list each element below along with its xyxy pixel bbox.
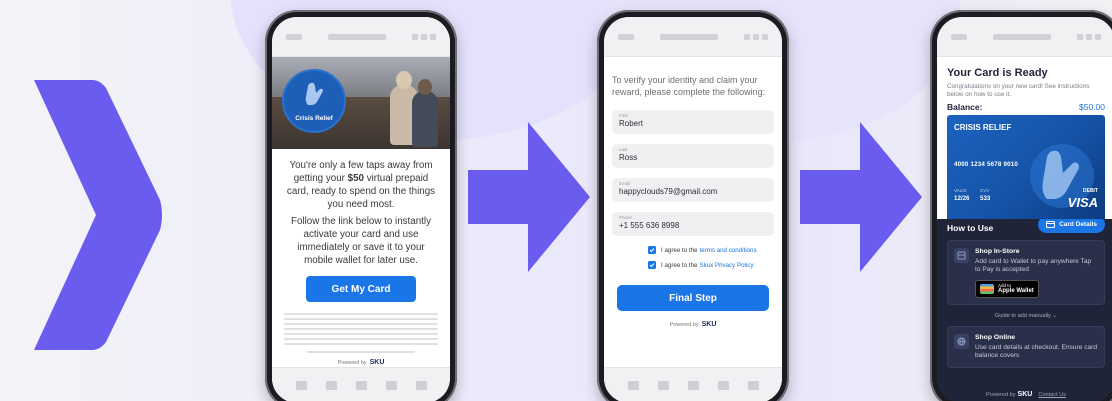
first-name-field[interactable]: First Robert [612,110,774,134]
terms-checkbox-row[interactable]: I agree to the terms and conditions [648,246,774,254]
checkbox-checked-icon[interactable] [648,246,656,254]
final-step-button[interactable]: Final Step [617,285,769,311]
chevron-down-icon: ⌄ [1052,312,1058,319]
phone-screen: Crisis Relief You're only a few taps awa… [272,17,450,401]
shop-in-store-panel: Shop In-Store Add card to Wallet to pay … [947,240,1105,305]
arrow-right-icon [468,122,590,272]
get-my-card-button[interactable]: Get My Card [306,276,416,302]
chevron-logo-icon [34,80,162,350]
wallet-icon [980,283,994,294]
globe-icon [954,333,969,349]
sku-logo: SKU [1017,391,1033,398]
card-title: CRISIS RELIEF [954,123,1012,132]
hero-image: Crisis Relief [272,57,450,149]
powered-by: Powered by SKU [337,359,385,366]
visa-logo: VISA [1067,195,1098,210]
fine-print [272,302,450,353]
card-expiry: 12/26 [954,195,970,202]
amount: $50 [347,173,364,184]
shop-online-panel: Shop Online Use card details at checkout… [947,325,1105,368]
card-number: 4000 1234 5678 9010 [954,161,1019,168]
terms-link[interactable]: terms and conditions [699,247,756,254]
card-icon [1046,220,1056,228]
phone-step-1: Crisis Relief You're only a few taps awa… [265,10,457,401]
phone-screen: To verify your identity and claim your r… [604,17,782,401]
store-icon [954,248,969,263]
sku-logo: SKU [701,321,717,328]
contact-us-link[interactable]: Contact Us [1038,392,1066,398]
phone-step-3: Your Card is Ready Congratulations on yo… [930,10,1112,401]
phone-screen: Your Card is Ready Congratulations on yo… [937,17,1112,401]
browser-bar [937,17,1112,57]
sku-logo: SKU [369,359,385,366]
card-cvv: 533 [980,195,991,202]
balance-amount: $50.00 [1079,102,1105,112]
browser-bottom-bar [604,367,782,401]
last-name-field[interactable]: Last Ross [612,144,774,168]
verify-instructions: To verify your identity and claim your r… [612,75,766,97]
browser-bar [604,17,782,57]
arrow-right-icon [800,122,922,272]
browser-bar [272,17,450,57]
privacy-link[interactable]: Skux Privacy Policy [699,262,753,269]
page-title: Your Card is Ready [947,67,1048,79]
intro-text: You're only a few taps away from getting… [286,160,436,266]
privacy-checkbox-row[interactable]: I agree to the Skux Privacy Policy [648,261,774,269]
powered-by: Powered by SKU [669,321,717,328]
guide-add-manually-link[interactable]: Guide to add manually ⌄ [947,313,1105,319]
virtual-card: CRISIS RELIEF 4000 1234 5678 9010 VALID … [947,115,1105,219]
checkbox-checked-icon[interactable] [648,261,656,269]
crisis-relief-badge: Crisis Relief [282,69,346,133]
balance-row: Balance: $50.00 [947,102,1105,112]
congrats-text: Congratulations on your new card! See in… [947,83,1090,98]
phone-step-2: To verify your identity and claim your r… [597,10,789,401]
helping-hand-icon [305,82,323,105]
browser-bottom-bar [272,367,450,401]
add-to-apple-wallet-button[interactable]: Add to Apple Wallet [975,279,1039,298]
how-to-use-heading: How to Use [947,223,994,233]
phone-field[interactable]: Phone +1 555 636 8998 [612,212,774,236]
footer: Powered by SKU Contact Us [937,387,1112,401]
email-field[interactable]: Email happyclouds79@gmail.com [612,178,774,202]
badge-label: Crisis Relief [295,115,333,122]
